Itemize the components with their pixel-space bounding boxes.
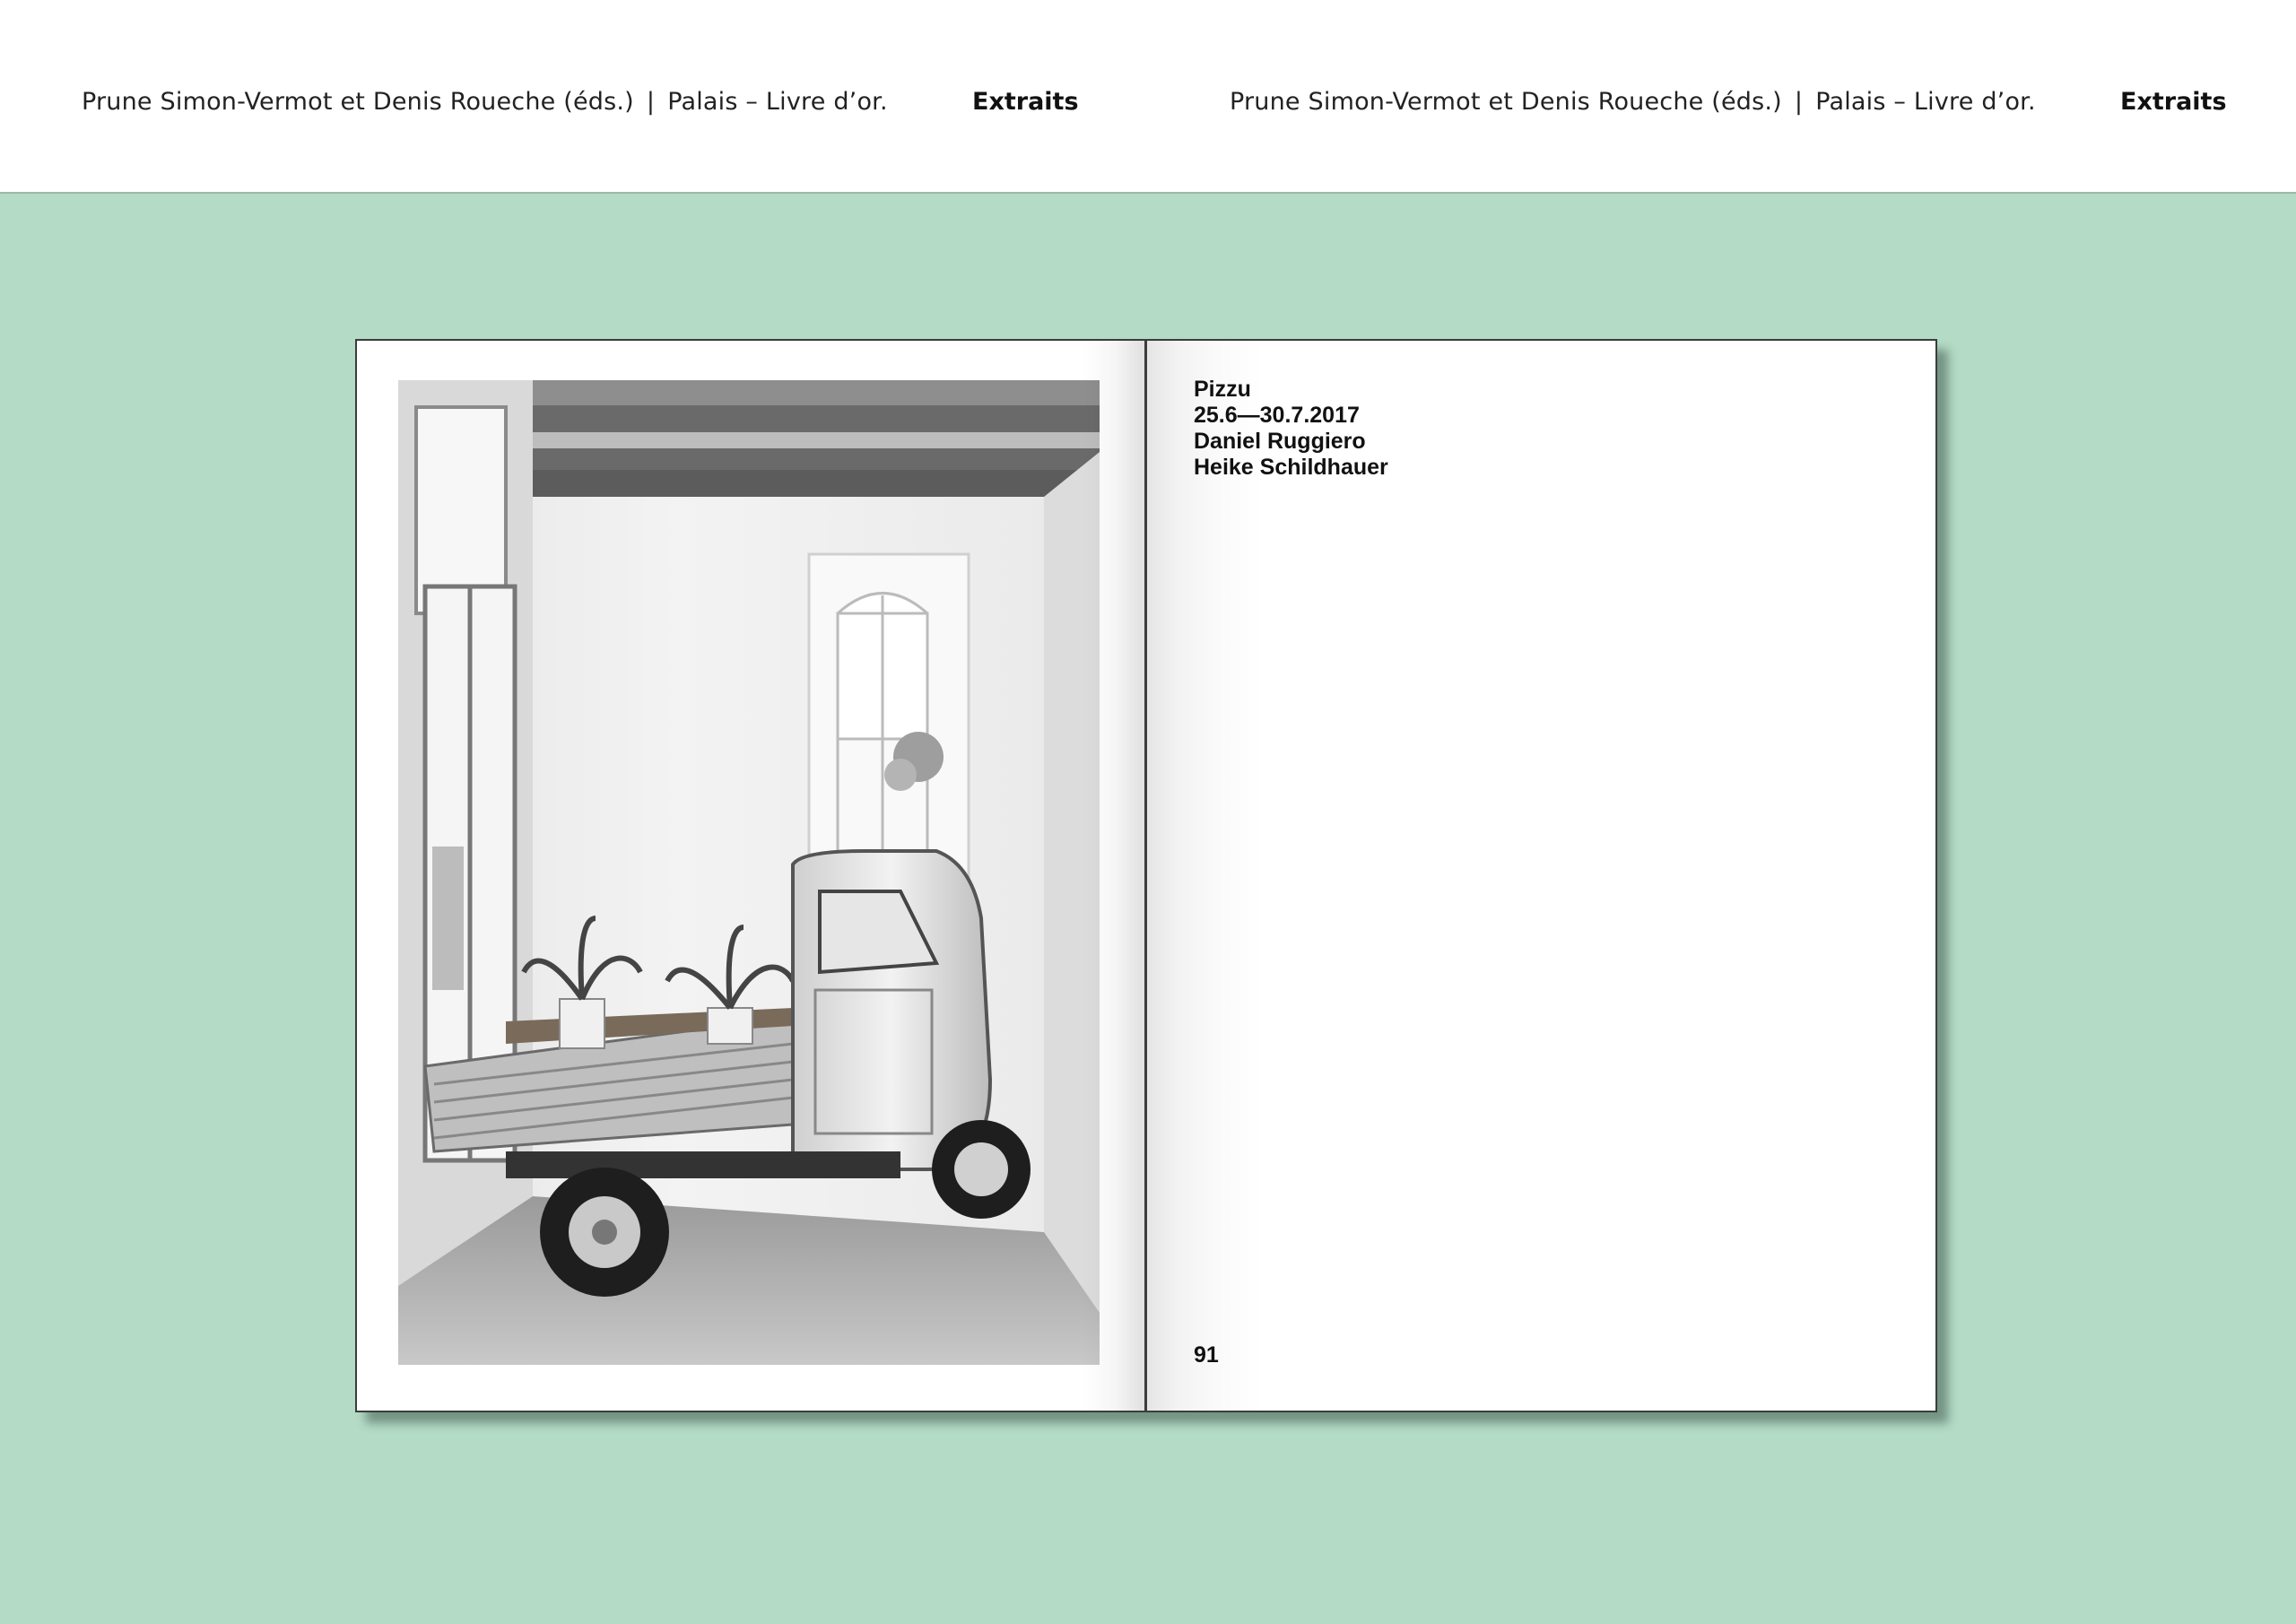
header-left-authors: Prune Simon-Vermot et Denis Roueche (éds…	[82, 88, 634, 116]
header-right-separator: |	[1794, 88, 1804, 116]
left-page	[355, 339, 1146, 1412]
right-page: Pizzu 25.6—30.7.2017 Daniel Ruggiero Hei…	[1146, 339, 1937, 1412]
right-gutter-shadow	[1147, 341, 1264, 1411]
header-left-section-link[interactable]: Extraits	[972, 88, 1079, 116]
header-left-separator: |	[646, 88, 656, 116]
header-right-authors: Prune Simon-Vermot et Denis Roueche (éds…	[1230, 88, 1782, 116]
exhibition-title: Pizzu	[1194, 377, 1251, 402]
header-right-section-link[interactable]: Extraits	[2120, 88, 2227, 116]
artist-name-1: Daniel Ruggiero	[1194, 429, 1366, 454]
artist-name-2: Heike Schildhauer	[1194, 455, 1388, 480]
header-right-credit: Prune Simon-Vermot et Denis Roueche (éds…	[1230, 88, 2036, 116]
exhibition-credit: Pizzu 25.6—30.7.2017 Daniel Ruggiero Hei…	[1194, 377, 1388, 481]
exhibition-dates: 25.6—30.7.2017	[1194, 403, 1360, 428]
truck-photo	[398, 380, 1100, 1365]
page-number: 91	[1194, 1342, 1219, 1368]
left-gutter-shadow	[1082, 341, 1144, 1411]
book-spread: Pizzu 25.6—30.7.2017 Daniel Ruggiero Hei…	[355, 339, 1937, 1412]
header-left-credit: Prune Simon-Vermot et Denis Roueche (éds…	[82, 88, 888, 116]
header-left-title: Palais – Livre d’or.	[667, 88, 888, 116]
header-right-title: Palais – Livre d’or.	[1815, 88, 2036, 116]
header-bar: Prune Simon-Vermot et Denis Roueche (éds…	[0, 0, 2296, 194]
